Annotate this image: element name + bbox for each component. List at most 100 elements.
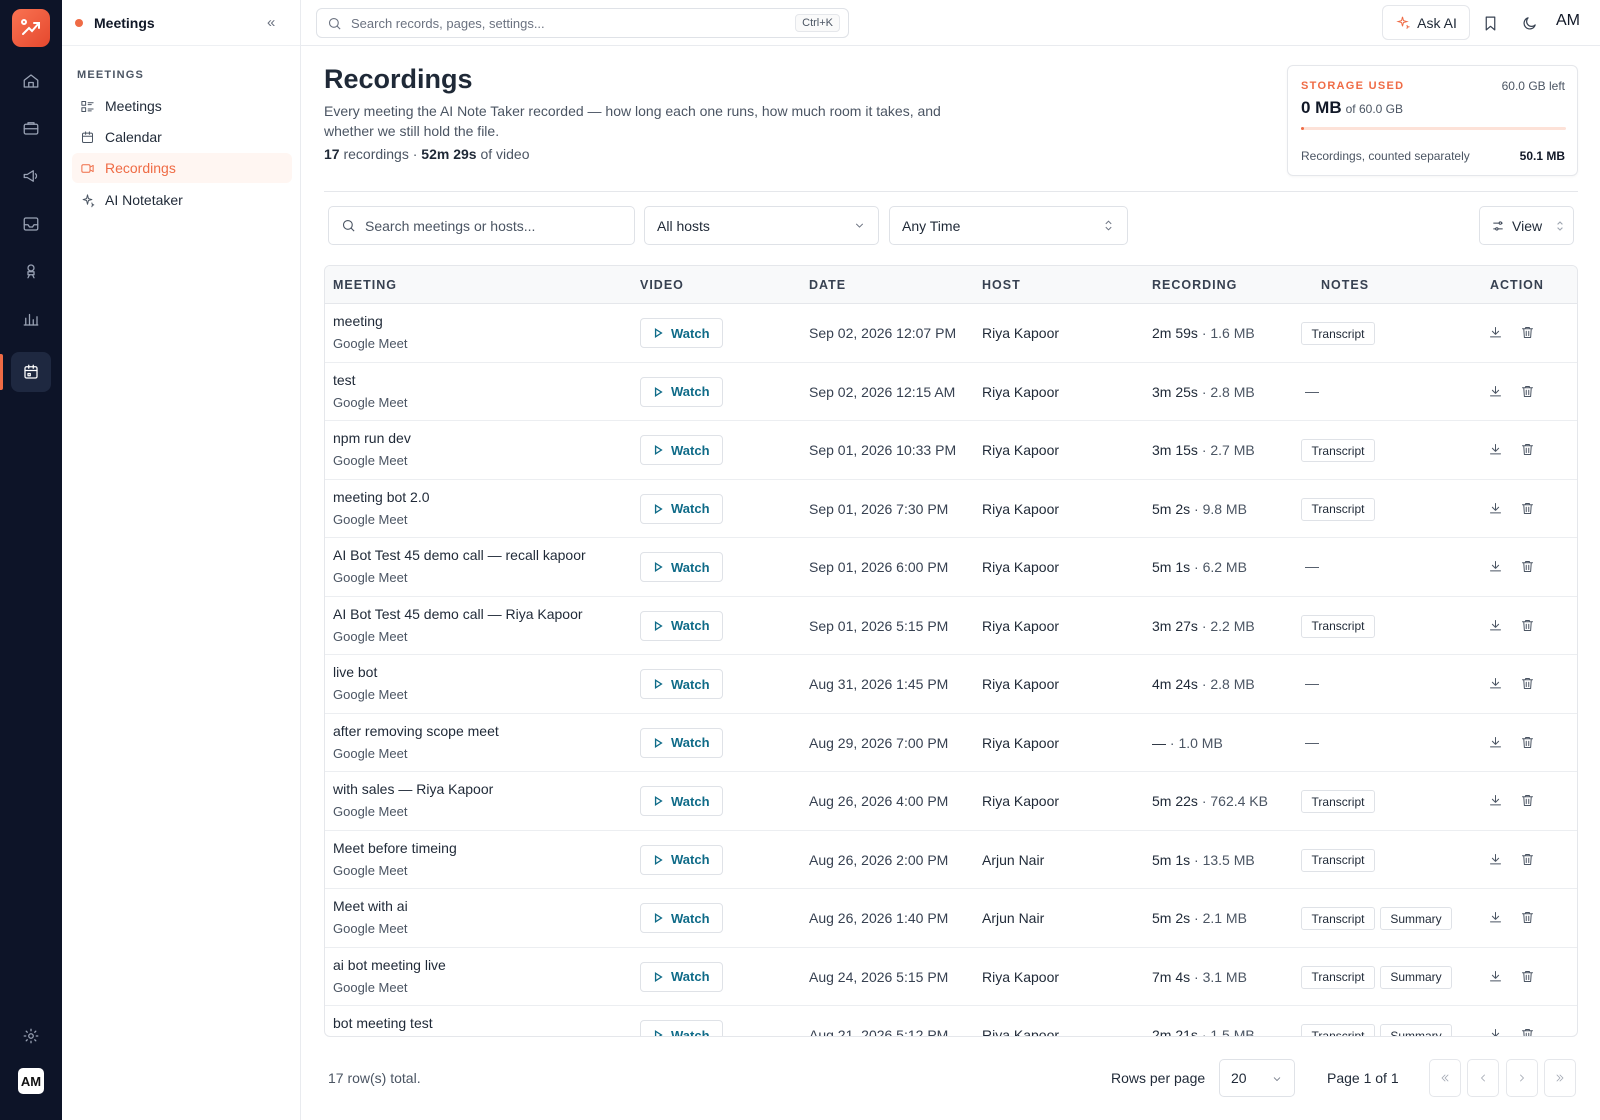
watch-button[interactable]: Watch xyxy=(640,376,723,407)
summary-badge[interactable]: Summary xyxy=(1380,965,1452,989)
meetings-search-input[interactable]: Search meetings or hosts... xyxy=(328,206,635,245)
first-page-button[interactable] xyxy=(1429,1059,1461,1097)
column-header-video[interactable]: VIDEO xyxy=(640,278,684,292)
download-icon[interactable] xyxy=(1488,852,1504,868)
transcript-badge[interactable]: Transcript xyxy=(1301,614,1375,638)
transcript-badge[interactable]: Transcript xyxy=(1301,907,1375,930)
sidebar-item-ai-notetaker[interactable]: AI Notetaker xyxy=(72,185,292,215)
trash-icon[interactable] xyxy=(1520,852,1536,868)
megaphone-icon[interactable] xyxy=(11,156,51,196)
table-row[interactable]: after removing scope meet Google Meet Watc… xyxy=(325,714,1577,772)
calendar-icon[interactable] xyxy=(11,352,51,392)
ask-ai-button[interactable]: Ask AI xyxy=(1382,5,1470,40)
next-page-button[interactable] xyxy=(1506,1059,1538,1097)
watch-button[interactable]: Watch xyxy=(640,552,723,582)
sidebar-item-recordings[interactable]: Recordings xyxy=(72,153,292,183)
table-row[interactable]: with sales — Riya Kapoor Google Meet Watch… xyxy=(325,772,1577,831)
watch-button[interactable]: Watch xyxy=(640,844,723,875)
table-row[interactable]: live bot Google Meet Watch Aug 31, 2026 1:4… xyxy=(325,655,1577,714)
user-avatar[interactable]: AM xyxy=(18,1068,44,1094)
transcript-badge[interactable]: Transcript xyxy=(1301,790,1375,813)
trash-icon[interactable] xyxy=(1520,501,1536,517)
bar-chart-icon[interactable] xyxy=(11,299,51,339)
watch-button[interactable]: Watch xyxy=(640,786,723,816)
table-row[interactable]: Meet with ai Google Meet Watch Aug 26, 2026… xyxy=(325,889,1577,948)
transcript-badge[interactable]: Transcript xyxy=(1301,439,1375,462)
download-icon[interactable] xyxy=(1488,442,1504,458)
summary-badge[interactable]: Summary xyxy=(1380,1024,1452,1036)
table-row[interactable]: test Google Meet Watch Sep 02, 2026 12:15 A… xyxy=(325,363,1577,421)
bookmark-icon[interactable] xyxy=(1480,13,1500,33)
table-row[interactable]: AI Bot Test 45 demo call — recall kapoor… xyxy=(325,538,1577,597)
column-header-action[interactable]: ACTION xyxy=(1490,278,1544,292)
download-icon[interactable] xyxy=(1488,1027,1504,1036)
download-icon[interactable] xyxy=(1488,735,1504,751)
table-row[interactable]: meeting bot 2.0 Google Meet Watch Sep 01, 2… xyxy=(325,480,1577,538)
topbar-avatar[interactable]: AM xyxy=(1556,12,1580,30)
transcript-badge[interactable]: Transcript xyxy=(1301,497,1375,521)
transcript-badge[interactable]: Transcript xyxy=(1301,848,1375,872)
home-icon[interactable] xyxy=(11,61,51,101)
download-icon[interactable] xyxy=(1488,501,1504,517)
trash-icon[interactable] xyxy=(1520,442,1536,458)
watch-button[interactable]: Watch xyxy=(640,961,723,992)
table-row[interactable]: Meet before timeing Google Meet Watch Aug 2… xyxy=(325,831,1577,889)
sidebar-item-meetings[interactable]: Meetings xyxy=(72,91,292,121)
trash-icon[interactable] xyxy=(1520,618,1536,634)
moon-icon[interactable] xyxy=(1519,13,1539,33)
watch-button[interactable]: Watch xyxy=(640,903,723,933)
global-search-input[interactable]: Search records, pages, settings... Ctrl+… xyxy=(316,8,849,38)
view-options-button[interactable]: View xyxy=(1479,206,1574,245)
column-header-recording[interactable]: RECORDING xyxy=(1152,278,1237,292)
table-row[interactable]: bot meeting testGoogle MeetWatchAug 21, … xyxy=(325,1006,1577,1036)
trash-icon[interactable] xyxy=(1520,676,1536,692)
download-icon[interactable] xyxy=(1488,910,1504,926)
transcript-badge[interactable]: Transcript xyxy=(1301,965,1375,989)
watch-button[interactable]: Watch xyxy=(640,669,723,699)
column-header-meeting[interactable]: MEETING xyxy=(333,278,397,292)
download-icon[interactable] xyxy=(1488,325,1504,341)
download-icon[interactable] xyxy=(1488,618,1504,634)
transcript-badge[interactable]: Transcript xyxy=(1301,322,1375,345)
watch-button[interactable]: Watch xyxy=(640,727,723,758)
column-header-notes[interactable]: NOTES xyxy=(1321,278,1369,292)
download-icon[interactable] xyxy=(1488,559,1504,575)
trash-icon[interactable] xyxy=(1520,1027,1536,1036)
column-header-date[interactable]: DATE xyxy=(809,278,846,292)
inbox-icon[interactable] xyxy=(11,204,51,244)
briefcase-icon[interactable] xyxy=(11,108,51,148)
table-row[interactable]: meeting Google Meet Watch Sep 02, 2026 12:0… xyxy=(325,304,1577,363)
collapse-sidebar-icon[interactable]: « xyxy=(267,14,275,31)
table-row[interactable]: AI Bot Test 45 demo call — Riya Kapoor Go… xyxy=(325,597,1577,655)
trash-icon[interactable] xyxy=(1520,559,1536,575)
transcript-badge[interactable]: Transcript xyxy=(1301,1024,1375,1036)
presentation-icon[interactable] xyxy=(11,251,51,291)
watch-button[interactable]: Watch xyxy=(640,435,723,465)
time-filter-select[interactable]: Any Time xyxy=(889,206,1128,245)
watch-button[interactable]: Watch xyxy=(640,1020,723,1036)
host-filter-select[interactable]: All hosts xyxy=(644,206,879,245)
settings-gear-icon[interactable] xyxy=(11,1016,51,1056)
download-icon[interactable] xyxy=(1488,969,1504,985)
watch-button[interactable]: Watch xyxy=(640,610,723,641)
table-row[interactable]: ai bot meeting live Google Meet Watch Aug 2… xyxy=(325,948,1577,1006)
previous-page-button[interactable] xyxy=(1467,1059,1499,1097)
trash-icon[interactable] xyxy=(1520,384,1536,400)
trash-icon[interactable] xyxy=(1520,969,1536,985)
watch-button[interactable]: Watch xyxy=(640,493,723,524)
rows-per-page-select[interactable]: 20 xyxy=(1219,1059,1295,1097)
app-logo-icon[interactable] xyxy=(12,9,50,47)
table-row[interactable]: npm run dev Google Meet Watch Sep 01, 2026 … xyxy=(325,421,1577,480)
watch-button[interactable]: Watch xyxy=(640,318,723,348)
summary-badge[interactable]: Summary xyxy=(1380,907,1452,930)
trash-icon[interactable] xyxy=(1520,735,1536,751)
download-icon[interactable] xyxy=(1488,793,1504,809)
download-icon[interactable] xyxy=(1488,384,1504,400)
download-icon[interactable] xyxy=(1488,676,1504,692)
trash-icon[interactable] xyxy=(1520,325,1536,341)
column-header-host[interactable]: HOST xyxy=(982,278,1021,292)
trash-icon[interactable] xyxy=(1520,793,1536,809)
last-page-button[interactable] xyxy=(1544,1059,1576,1097)
sidebar-item-calendar[interactable]: Calendar xyxy=(72,122,292,152)
trash-icon[interactable] xyxy=(1520,910,1536,926)
